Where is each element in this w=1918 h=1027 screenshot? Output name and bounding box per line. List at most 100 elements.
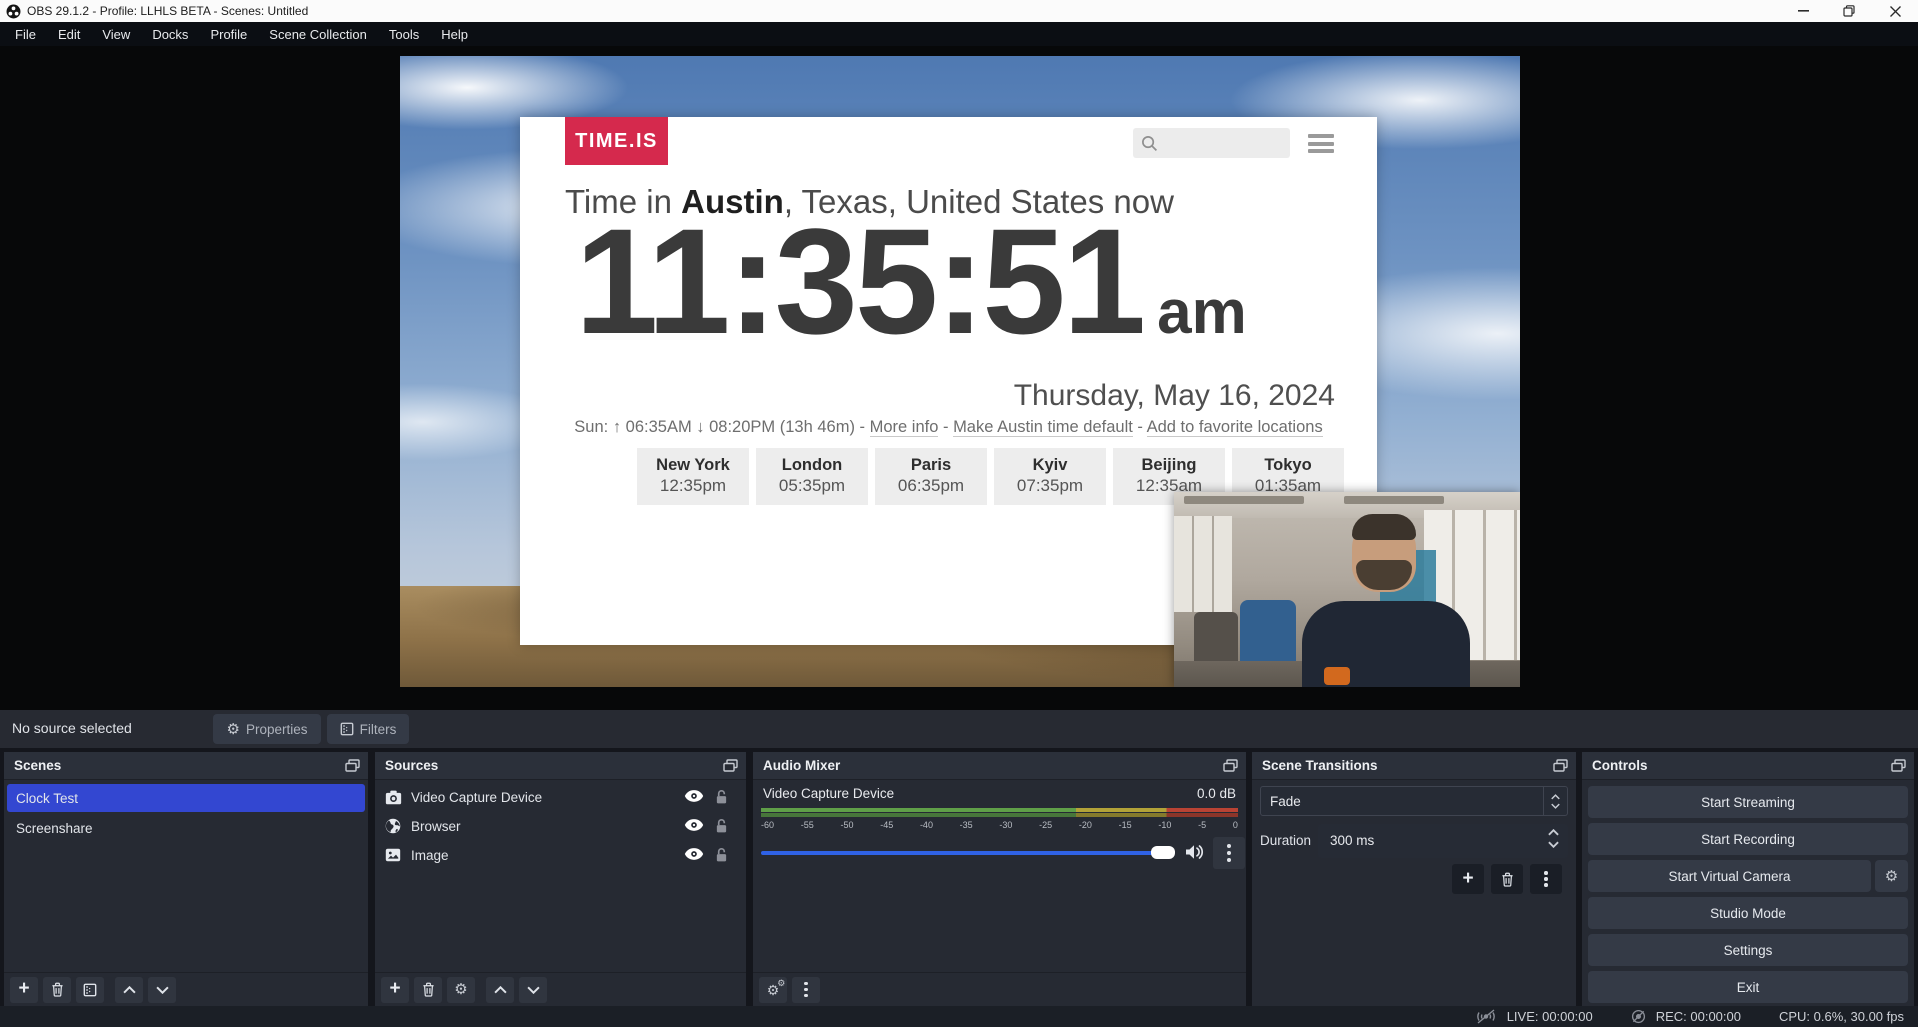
menu-docks[interactable]: Docks [141, 22, 199, 46]
scene-item-clock-test[interactable]: Clock Test [7, 784, 365, 812]
search-icon [1141, 135, 1158, 152]
date-display: Thursday, May 16, 2024 [1014, 379, 1335, 413]
clock-display: 11:35:51 am [575, 203, 1335, 361]
program-canvas[interactable]: TIME.IS Time in Austin, Texas, United St… [400, 56, 1520, 687]
remove-scene-button[interactable] [43, 977, 71, 1003]
timeis-logo: TIME.IS [565, 117, 668, 165]
city-box: London05:35pm [756, 448, 868, 505]
record-inactive-icon [1631, 1009, 1646, 1024]
obs-logo-icon [6, 4, 21, 19]
menu-scene-collection[interactable]: Scene Collection [258, 22, 378, 46]
scene-filters-button[interactable] [76, 977, 104, 1003]
properties-button[interactable]: ⚙ Properties [213, 714, 321, 744]
meter-tick-label: 0 [1233, 820, 1238, 830]
restore-button[interactable] [1826, 0, 1872, 22]
hamburger-menu-icon [1308, 134, 1334, 153]
menu-tools[interactable]: Tools [378, 22, 430, 46]
camera-icon [385, 790, 402, 805]
duration-value: 300 ms [1330, 833, 1374, 848]
transition-dropdown[interactable]: Fade [1260, 786, 1568, 816]
city-box: Kyiv07:35pm [994, 448, 1106, 505]
transition-options-button[interactable] [1530, 864, 1562, 894]
close-button[interactable] [1872, 0, 1918, 22]
meter-tick-label: -20 [1079, 820, 1092, 830]
visibility-eye-icon[interactable] [684, 847, 704, 861]
meter-scale: -60-55-50-45-40-35-30-25-20-15-10-50 [761, 820, 1238, 830]
mixer-menu-button[interactable] [792, 977, 820, 1003]
start-streaming-button[interactable]: Start Streaming [1588, 786, 1908, 818]
spin-down-icon [1548, 841, 1559, 848]
meter-tick-label: -45 [880, 820, 893, 830]
menu-profile[interactable]: Profile [199, 22, 258, 46]
visibility-eye-icon[interactable] [684, 818, 704, 832]
minimize-button[interactable] [1780, 0, 1826, 22]
source-row-browser[interactable]: Browser [375, 812, 746, 840]
volume-slider-handle[interactable] [1151, 846, 1175, 859]
volume-slider[interactable] [761, 851, 1173, 855]
meter-tick-label: -35 [960, 820, 973, 830]
mixer-options-button[interactable] [1213, 837, 1245, 869]
menu-edit[interactable]: Edit [47, 22, 91, 46]
add-transition-button[interactable]: + [1452, 864, 1484, 894]
mixer-channel-name: Video Capture Device [763, 786, 894, 801]
settings-button[interactable]: Settings [1588, 934, 1908, 966]
selection-status: No source selected [12, 720, 132, 736]
controls-title: Controls [1592, 758, 1648, 773]
duration-label: Duration [1260, 833, 1311, 848]
remove-transition-button[interactable] [1491, 864, 1523, 894]
live-time: LIVE: 00:00:00 [1507, 1009, 1593, 1024]
move-source-down-button[interactable] [519, 977, 547, 1003]
add-source-button[interactable]: + [381, 977, 409, 1003]
studio-mode-button[interactable]: Studio Mode [1588, 897, 1908, 929]
meter-tick-label: -15 [1119, 820, 1132, 830]
scene-item-screenshare[interactable]: Screenshare [7, 814, 365, 842]
move-scene-up-button[interactable] [115, 977, 143, 1003]
globe-icon [385, 818, 402, 834]
virtual-camera-config-button[interactable]: ⚙ [1875, 860, 1908, 892]
rec-time: REC: 00:00:00 [1656, 1009, 1741, 1024]
image-icon [385, 848, 402, 862]
meter-tick-label: -55 [801, 820, 814, 830]
source-row-image[interactable]: Image [375, 841, 746, 869]
start-recording-button[interactable]: Start Recording [1588, 823, 1908, 855]
duration-spinbox[interactable]: 300 ms [1318, 824, 1568, 858]
webcam-overlay [1174, 492, 1520, 687]
add-favorite-link: Add to favorite locations [1147, 418, 1323, 437]
more-info-link: More info [870, 418, 939, 437]
stream-inactive-icon [1475, 1009, 1497, 1024]
advanced-audio-button[interactable]: ⚙ ⚙ [759, 977, 787, 1003]
gear-icon: ⚙ [227, 722, 240, 737]
meter-tick-label: -25 [1039, 820, 1052, 830]
menu-file[interactable]: File [4, 22, 47, 46]
move-source-up-button[interactable] [486, 977, 514, 1003]
preview-area: TIME.IS Time in Austin, Texas, United St… [0, 46, 1918, 710]
city-box: New York12:35pm [637, 448, 749, 505]
clock-time: 11:35:51 [575, 203, 1143, 361]
lock-icon[interactable] [715, 789, 728, 805]
menu-help[interactable]: Help [430, 22, 479, 46]
source-properties-button[interactable]: ⚙ [447, 977, 475, 1003]
meter-tick-label: -30 [999, 820, 1012, 830]
visibility-eye-icon[interactable] [684, 789, 704, 803]
scene-transitions-panel: Scene Transitions Fade Duration 300 ms + [1252, 752, 1576, 1006]
source-row-video-capture[interactable]: Video Capture Device [375, 783, 746, 811]
exit-button[interactable]: Exit [1588, 971, 1908, 1003]
start-virtual-camera-button[interactable]: Start Virtual Camera [1588, 860, 1871, 892]
move-scene-down-button[interactable] [148, 977, 176, 1003]
meter-tick-label: -5 [1198, 820, 1206, 830]
city-box: Paris06:35pm [875, 448, 987, 505]
add-scene-button[interactable]: + [10, 977, 38, 1003]
popout-icon [1553, 759, 1568, 772]
menu-view[interactable]: View [91, 22, 141, 46]
speaker-icon[interactable] [1185, 844, 1205, 860]
dropdown-chevrons-icon [1543, 787, 1567, 815]
window-title: OBS 29.1.2 - Profile: LLHLS BETA - Scene… [27, 4, 308, 18]
lock-icon[interactable] [715, 818, 728, 834]
scenes-title: Scenes [14, 758, 61, 773]
mixer-db-value: 0.0 dB [1197, 786, 1236, 801]
scenes-panel: Scenes Clock Test Screenshare + [4, 752, 368, 1006]
filters-button[interactable]: Filters [327, 714, 409, 744]
volume-meter [761, 808, 1238, 819]
lock-icon[interactable] [715, 847, 728, 863]
remove-source-button[interactable] [414, 977, 442, 1003]
